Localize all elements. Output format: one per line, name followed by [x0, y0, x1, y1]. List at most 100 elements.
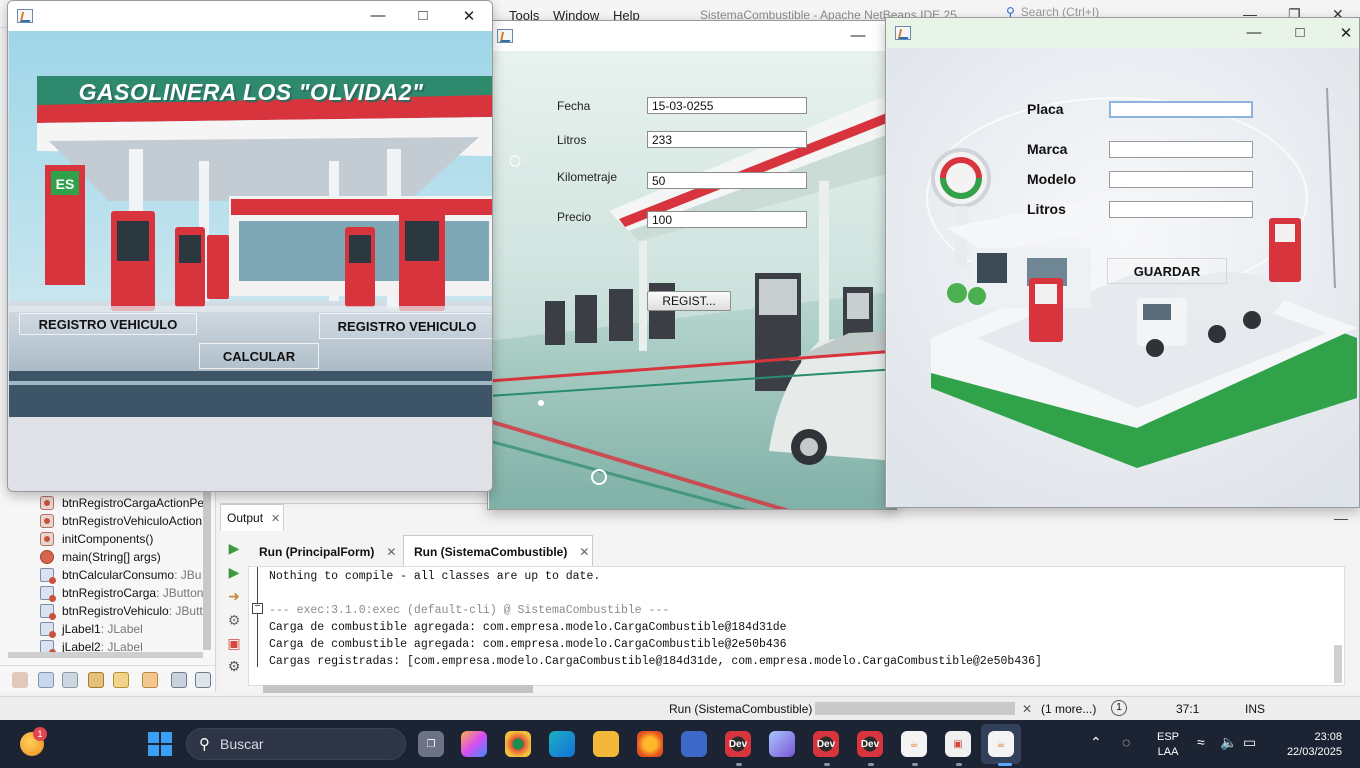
task-progress-bar: [815, 702, 1015, 715]
nav-item[interactable]: btnCalcularConsumo : JBu: [40, 566, 201, 584]
dev-app-label: Dev: [860, 738, 880, 750]
registro-vehiculo-window: — □ ✕ Placa Marca Modelo Litros GUARDAR: [885, 17, 1360, 508]
volume-icon[interactable]: 🔈: [1220, 734, 1237, 751]
firefox-icon[interactable]: [637, 731, 663, 757]
registro-vehiculo-button[interactable]: REGISTRO VEHICULO: [19, 313, 197, 335]
registrar-carga-button[interactable]: REGIST...: [647, 291, 731, 311]
station-sign-text: ES: [56, 176, 75, 192]
navigator-scrollbar[interactable]: [203, 490, 211, 650]
dev-app-icon[interactable]: Dev: [813, 731, 839, 757]
close-icon[interactable]: ✕: [386, 545, 396, 559]
nav-item[interactable]: main(String[] args): [40, 548, 161, 566]
navigator-filter-toolbar: [0, 665, 215, 692]
running-indicator: [912, 763, 918, 766]
virtualbox-icon[interactable]: [769, 731, 795, 757]
rerun-icon[interactable]: ▶: [226, 540, 242, 556]
copilot-icon[interactable]: [461, 731, 487, 757]
stop-icon[interactable]: ▣: [226, 635, 242, 651]
nav-item[interactable]: jLabel1 : JLabel: [40, 620, 143, 638]
console-horizontal-scrollbar[interactable]: [263, 685, 533, 693]
close-button[interactable]: ✕: [1336, 24, 1356, 42]
close-icon[interactable]: ✕: [271, 512, 280, 525]
taskbar-search-label: Buscar: [220, 736, 264, 752]
lock-icon[interactable]: [88, 672, 104, 688]
store-icon[interactable]: [681, 731, 707, 757]
nav-item[interactable]: btnRegistroCarga : JButton: [40, 584, 203, 602]
java-icon: [895, 26, 911, 40]
minimize-button[interactable]: —: [848, 27, 868, 44]
clear-icon[interactable]: ⚙: [226, 658, 242, 674]
wifi-icon[interactable]: ≈: [1197, 734, 1205, 750]
placa-input[interactable]: [1109, 101, 1253, 118]
cancel-task-icon[interactable]: ✕: [1022, 702, 1032, 716]
task-view-icon[interactable]: ❐: [418, 731, 444, 757]
close-icon[interactable]: ✕: [579, 545, 589, 559]
litros-input[interactable]: [1109, 201, 1253, 218]
modelo-input[interactable]: [1109, 171, 1253, 188]
console-vertical-scrollbar[interactable]: [1334, 645, 1342, 683]
fields-filter-icon[interactable]: [38, 672, 54, 688]
guardar-button[interactable]: GUARDAR: [1107, 258, 1227, 284]
battery-saver-icon[interactable]: ◌: [1122, 734, 1130, 750]
tab-run-principal-form[interactable]: Run (PrincipalForm) ✕: [251, 537, 401, 567]
litros-input[interactable]: 233: [647, 131, 807, 148]
taskbar-clock[interactable]: 23:08 22/03/2025: [1276, 730, 1342, 760]
minimize-button[interactable]: —: [368, 7, 388, 24]
chrome-icon[interactable]: [505, 731, 531, 757]
maximize-button[interactable]: □: [413, 7, 433, 24]
nav-item-name: btnRegistroVehiculoAction: [62, 514, 203, 528]
tab-run-sistema-combustible[interactable]: Run (SistemaCombustible) ✕: [403, 535, 593, 567]
window-titlebar[interactable]: — □ ✕: [8, 1, 492, 31]
field-icon: [40, 586, 56, 602]
gas-station-background-image: ES GASOLINERA LOS "OLVIDA2" REGISTRO VEH…: [9, 31, 492, 417]
dev-app-icon[interactable]: Dev: [725, 731, 751, 757]
fold-toggle-icon[interactable]: −: [252, 603, 263, 614]
dev-app-icon[interactable]: Dev: [857, 731, 883, 757]
start-button[interactable]: [148, 732, 172, 756]
static-filter-icon[interactable]: [62, 672, 78, 688]
output-tab[interactable]: Output ✕: [220, 504, 284, 531]
minimize-icon[interactable]: —: [1334, 510, 1348, 526]
chevron-up-icon[interactable]: ⌃: [1090, 734, 1102, 751]
battery-icon[interactable]: ▭: [1243, 734, 1256, 751]
edge-icon[interactable]: [549, 731, 575, 757]
nav-item[interactable]: btnRegistroVehiculoAction: [40, 512, 202, 530]
window-titlebar[interactable]: —: [488, 21, 896, 51]
nav-item-name: main(String[] args): [62, 550, 161, 564]
forward-icon[interactable]: ➜: [226, 588, 242, 604]
nav-item[interactable]: btnRegistroVehiculo : JButt: [40, 602, 203, 620]
sort-alpha-icon[interactable]: [171, 672, 187, 688]
marca-input[interactable]: [1109, 141, 1253, 158]
navigator-panel: btnRegistroCargaActionPe btnRegistroVehi…: [0, 480, 216, 692]
running-task-label: Run (SistemaCombustible): [669, 702, 813, 716]
taskbar-search[interactable]: ⚲ Buscar: [186, 728, 406, 760]
sort-position-icon[interactable]: [195, 672, 211, 688]
inherited-icon[interactable]: [113, 672, 129, 688]
output-console[interactable]: − Nothing to compile - all classes are u…: [248, 566, 1345, 693]
precio-input[interactable]: 100: [647, 211, 807, 228]
window-titlebar[interactable]: — □ ✕: [886, 18, 1359, 48]
registro-carga-button[interactable]: REGISTRO VEHICULO: [319, 313, 492, 339]
nav-item[interactable]: initComponents(): [40, 530, 153, 548]
settings-icon[interactable]: ⚙: [226, 612, 242, 628]
console-line: Carga de combustible agregada: com.empre…: [269, 621, 787, 634]
close-button[interactable]: ✕: [459, 7, 479, 25]
sort-icon[interactable]: [142, 672, 158, 688]
maximize-button[interactable]: □: [1290, 24, 1310, 41]
fecha-input[interactable]: 15-03-0255: [647, 97, 807, 114]
more-tasks-link[interactable]: (1 more...): [1041, 702, 1096, 716]
nav-item[interactable]: btnRegistroCargaActionPe: [40, 494, 204, 512]
java-app-icon[interactable]: ☕: [988, 731, 1014, 757]
navigator-horizontal-scrollbar[interactable]: [8, 652, 203, 658]
calcular-button[interactable]: CALCULAR: [199, 343, 319, 369]
notifications-icon[interactable]: 1: [1111, 700, 1127, 716]
minimize-button[interactable]: —: [1244, 24, 1264, 41]
kilometraje-input[interactable]: 50: [647, 172, 807, 189]
rerun-with-params-icon[interactable]: ▶: [226, 564, 242, 580]
start-tile: [148, 745, 159, 756]
java-app-icon[interactable]: ☕: [901, 731, 927, 757]
input-language-indicator[interactable]: ESP LAA: [1157, 730, 1179, 760]
netbeans-icon[interactable]: ▣: [945, 731, 971, 757]
file-explorer-icon[interactable]: [593, 731, 619, 757]
filter-icon[interactable]: [12, 672, 28, 688]
